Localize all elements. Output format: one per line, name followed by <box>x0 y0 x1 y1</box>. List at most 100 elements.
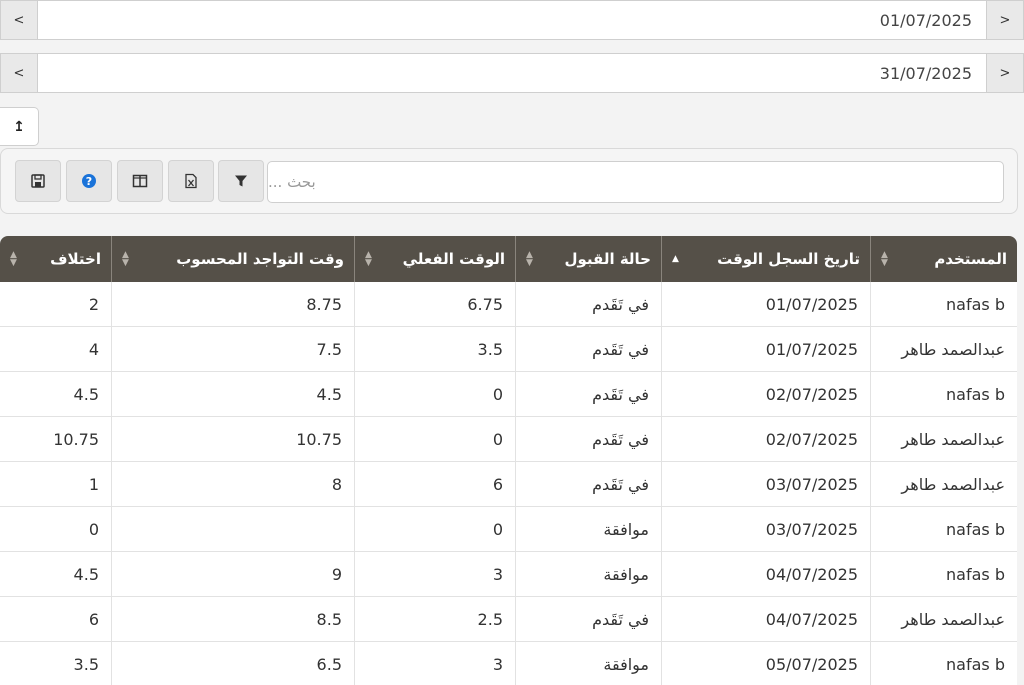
cell-actual-time: 0 <box>354 372 515 416</box>
cell-calculated-time: 7.5 <box>111 327 354 371</box>
columns-icon <box>132 174 148 188</box>
table-row[interactable]: nafas b 03/07/2025 موافقة 0 0 <box>0 507 1017 552</box>
table-row[interactable]: عبدالصمد طاهر 01/07/2025 في تَقَدم 3.5 7… <box>0 327 1017 372</box>
cell-actual-time: 0 <box>354 507 515 551</box>
data-grid: المستخدم ▲ ▼ تاريخ السجل الوقت ▲ حالة الق… <box>0 236 1017 685</box>
cell-calculated-time: 8.75 <box>111 282 354 326</box>
header-label: حالة القبول <box>564 250 651 268</box>
cell-actual-time: 3 <box>354 642 515 685</box>
header-label: اختلاف <box>50 250 101 268</box>
cell-user: nafas b <box>870 282 1017 326</box>
cell-difference: 1 <box>88 474 99 494</box>
cell-status: في تَقَدم <box>515 282 661 326</box>
excel-export-button[interactable] <box>168 160 214 202</box>
cell-difference: 4 <box>88 339 99 359</box>
cell-difference: 4.5 <box>73 564 99 584</box>
end-date-row: < 31/07/2025 > <box>0 53 1024 93</box>
cell-calculated-time: 9 <box>111 552 354 596</box>
header-calculated-time[interactable]: وقت التواجد المحسوب ▲ ▼ <box>111 236 354 282</box>
cell-user: nafas b <box>870 642 1017 685</box>
filter-icon <box>235 175 247 187</box>
cell-date: 05/07/2025 <box>661 642 870 685</box>
table-row[interactable]: عبدالصمد طاهر 04/07/2025 في تَقَدم 2.5 8… <box>0 597 1017 642</box>
filter-button[interactable] <box>218 160 264 202</box>
search-input[interactable]: بحث ... <box>267 161 1004 203</box>
sort-icon: ▲ ▼ <box>10 250 17 268</box>
cell-user: nafas b <box>870 552 1017 596</box>
cell-user: عبدالصمد طاهر <box>870 417 1017 461</box>
cell-date: 01/07/2025 <box>661 282 870 326</box>
cell-status: في تَقَدم <box>515 597 661 641</box>
cell-status: في تَقَدم <box>515 417 661 461</box>
cell-user: عبدالصمد طاهر <box>870 327 1017 371</box>
cell-status: في تَقَدم <box>515 372 661 416</box>
cell-date: 04/07/2025 <box>661 597 870 641</box>
help-button[interactable]: ? <box>66 160 112 202</box>
cell-date: 04/07/2025 <box>661 552 870 596</box>
cell-actual-time: 6 <box>354 462 515 506</box>
save-button[interactable] <box>15 160 61 202</box>
cell-user: nafas b <box>870 372 1017 416</box>
cell-date: 03/07/2025 <box>661 462 870 506</box>
cell-calculated-time: 8.5 <box>111 597 354 641</box>
export-button[interactable]: ↥ <box>0 107 39 146</box>
table-row[interactable]: عبدالصمد طاهر 03/07/2025 في تَقَدم 6 8 1 <box>0 462 1017 507</box>
start-date-input[interactable]: 01/07/2025 <box>38 0 986 40</box>
cell-actual-time: 3 <box>354 552 515 596</box>
cell-actual-time: 6.75 <box>354 282 515 326</box>
grid-body: nafas b 01/07/2025 في تَقَدم 6.75 8.75 2… <box>0 282 1017 685</box>
cell-difference: 2 <box>88 294 99 314</box>
header-actual-time[interactable]: الوقت الفعلي ▲ ▼ <box>354 236 515 282</box>
cell-difference: 6 <box>88 609 99 629</box>
cell-date: 02/07/2025 <box>661 417 870 461</box>
table-row[interactable]: nafas b 04/07/2025 موافقة 3 9 4.5 <box>0 552 1017 597</box>
end-date-input[interactable]: 31/07/2025 <box>38 53 986 93</box>
grid-header-row: المستخدم ▲ ▼ تاريخ السجل الوقت ▲ حالة الق… <box>0 236 1017 282</box>
header-label: المستخدم <box>934 250 1007 268</box>
sort-icon: ▲ ▼ <box>122 250 129 268</box>
header-label: الوقت الفعلي <box>402 250 505 268</box>
cell-date: 02/07/2025 <box>661 372 870 416</box>
header-date[interactable]: تاريخ السجل الوقت ▲ <box>661 236 870 282</box>
cell-difference: 4.5 <box>73 384 99 404</box>
end-date-prev-button[interactable]: < <box>0 53 38 93</box>
save-icon <box>31 174 45 188</box>
header-status[interactable]: حالة القبول ▲ ▼ <box>515 236 661 282</box>
cell-status: موافقة <box>515 642 661 685</box>
cell-calculated-time: 8 <box>111 462 354 506</box>
cell-calculated-time: 6.5 <box>111 642 354 685</box>
grid-toolbar: ? بحث ... <box>0 148 1018 214</box>
sort-asc-icon: ▲ <box>672 254 679 264</box>
cell-actual-time: 3.5 <box>354 327 515 371</box>
cell-actual-time: 0 <box>354 417 515 461</box>
cell-difference: 3.5 <box>73 654 99 674</box>
end-date-next-button[interactable]: > <box>986 53 1024 93</box>
header-label: وقت التواجد المحسوب <box>176 250 344 268</box>
header-difference[interactable]: اختلاف ▲ ▼ <box>0 236 111 282</box>
cell-calculated-time <box>111 507 354 551</box>
sort-icon: ▲ ▼ <box>365 250 372 268</box>
start-date-prev-button[interactable]: < <box>0 0 38 40</box>
cell-date: 01/07/2025 <box>661 327 870 371</box>
cell-status: في تَقَدم <box>515 327 661 371</box>
svg-text:?: ? <box>86 175 92 188</box>
sort-icon: ▲ ▼ <box>526 250 533 268</box>
cell-user: عبدالصمد طاهر <box>870 597 1017 641</box>
header-label: تاريخ السجل الوقت <box>717 250 860 268</box>
upload-arrow-icon: ↥ <box>13 118 25 135</box>
start-date-row: < 01/07/2025 > <box>0 0 1024 40</box>
table-row[interactable]: عبدالصمد طاهر 02/07/2025 في تَقَدم 0 10.… <box>0 417 1017 462</box>
excel-icon <box>185 173 197 189</box>
table-row[interactable]: nafas b 05/07/2025 موافقة 3 6.5 3.5 <box>0 642 1017 685</box>
cell-status: موافقة <box>515 552 661 596</box>
table-row[interactable]: nafas b 01/07/2025 في تَقَدم 6.75 8.75 2 <box>0 282 1017 327</box>
start-date-next-button[interactable]: > <box>986 0 1024 40</box>
help-icon: ? <box>82 174 96 188</box>
table-row[interactable]: nafas b 02/07/2025 في تَقَدم 0 4.5 4.5 <box>0 372 1017 417</box>
cell-actual-time: 2.5 <box>354 597 515 641</box>
cell-date: 03/07/2025 <box>661 507 870 551</box>
cell-status: في تَقَدم <box>515 462 661 506</box>
header-user[interactable]: المستخدم ▲ ▼ <box>870 236 1017 282</box>
columns-button[interactable] <box>117 160 163 202</box>
cell-calculated-time: 4.5 <box>111 372 354 416</box>
